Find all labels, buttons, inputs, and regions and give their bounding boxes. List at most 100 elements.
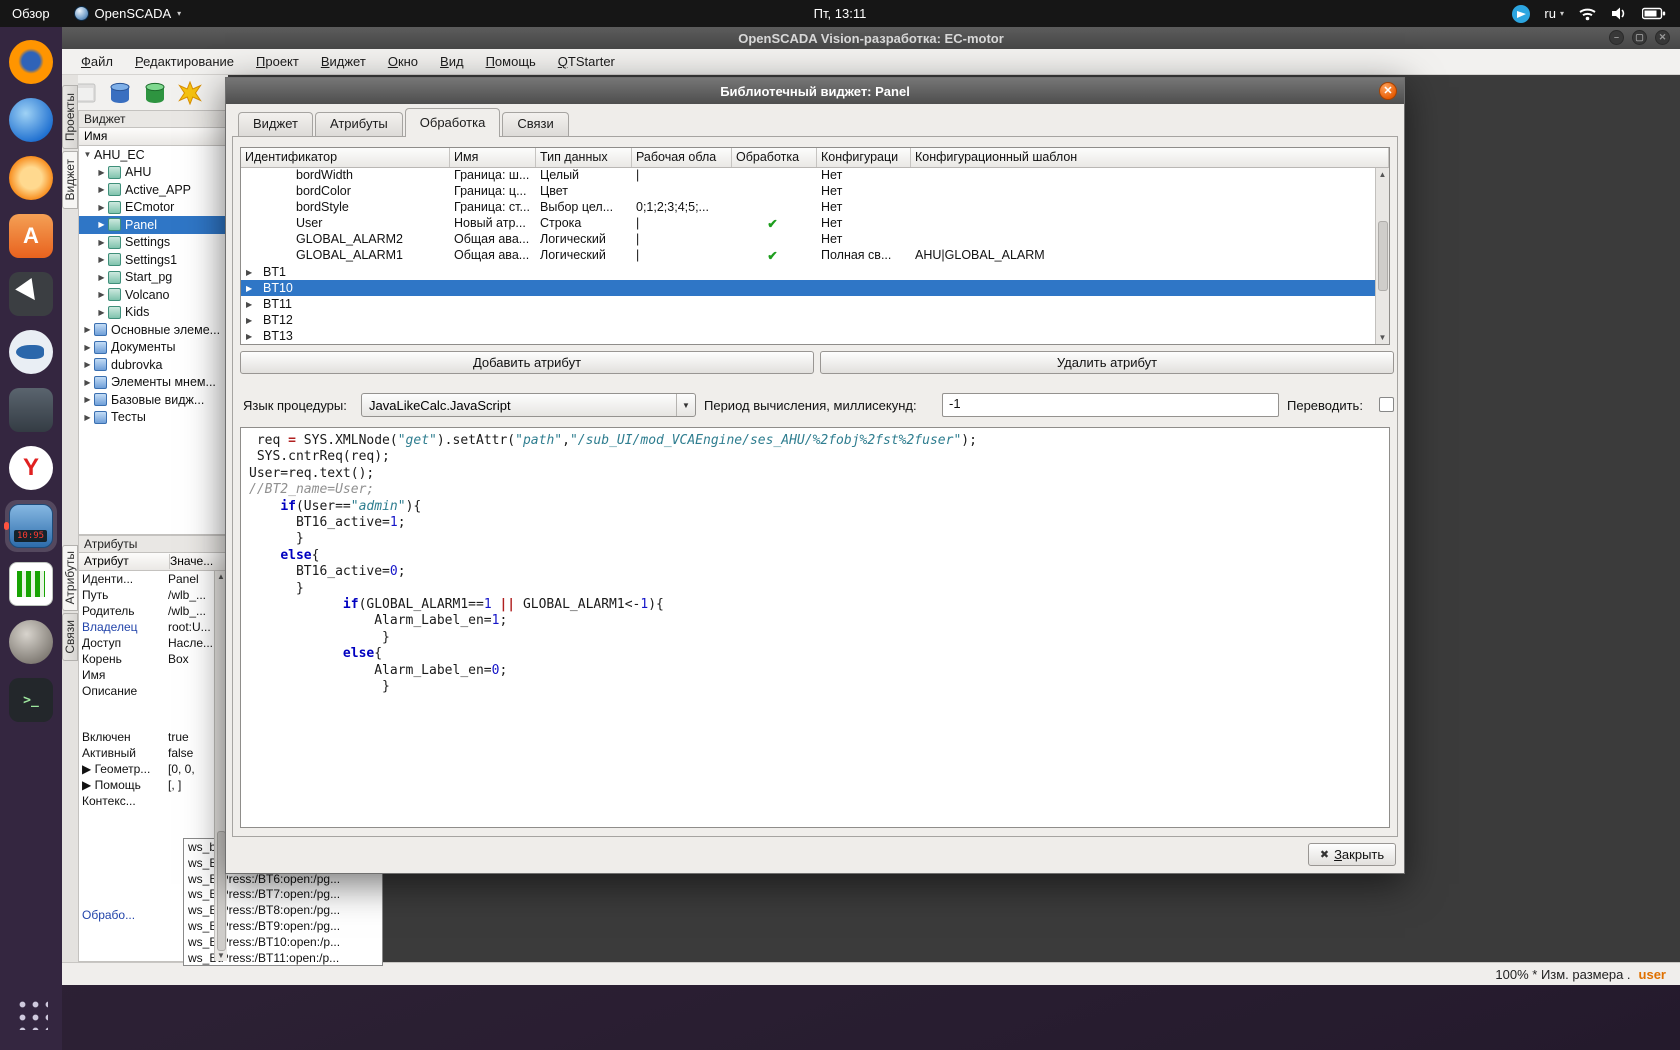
tree-item-Основные элеме...[interactable]: ▶Основные элеме... [79,321,227,339]
clock[interactable]: Пт, 13:11 [802,0,879,27]
vision-run-button[interactable] [177,80,203,106]
tree-item-ECmotor[interactable]: ▶ECmotor [79,199,227,217]
scroll-down-icon[interactable]: ▼ [1379,333,1387,342]
attr-table-row-GLOBAL_ALARM1[interactable]: GLOBAL_ALARM1Общая ава...Логический|✔Пол… [241,248,1389,264]
attr-table-row-User[interactable]: UserНовый атр...Строка|✔Нет [241,216,1389,232]
expand-arrow-icon[interactable]: ▶ [95,220,108,229]
attr-table-row-GLOBAL_ALARM2[interactable]: GLOBAL_ALARM2Общая ава...Логический|Нет [241,232,1389,248]
attr-row-Владелец[interactable]: Владелецroot:U... [79,619,227,635]
attr-row-Имя[interactable]: Имя [79,667,227,683]
procedure-language-select[interactable]: JavaLikeCalc.JavaScript ▼ [361,393,696,417]
scroll-thumb[interactable] [1378,221,1388,291]
expand-arrow-icon[interactable]: ▶ [95,255,108,264]
expand-arrow-icon[interactable]: ▶ [81,413,94,422]
translate-checkbox[interactable] [1379,397,1394,412]
dock-icon-bluefish[interactable] [5,326,57,378]
expand-arrow-icon[interactable]: ▶ [246,268,258,277]
tree-item-dubrovka[interactable]: ▶dubrovka [79,356,227,374]
scroll-up-icon[interactable]: ▲ [217,572,225,581]
scroll-up-icon[interactable]: ▲ [1379,170,1387,179]
tree-item-AHU_EC[interactable]: ▼AHU_EC [79,146,227,164]
column-header-Конфигураци[interactable]: Конфигураци [817,148,911,167]
tree-item-Settings[interactable]: ▶Settings [79,234,227,252]
language-indicator[interactable]: ru ▾ [1544,6,1564,21]
expand-arrow-icon[interactable]: ▶ [246,284,258,293]
tree-item-Active_APP[interactable]: ▶Active_APP [79,181,227,199]
dialog-tab-Атрибуты[interactable]: Атрибуты [315,112,403,137]
attr-row-Родитель[interactable]: Родитель/wlb_... [79,603,227,619]
expand-arrow-icon[interactable]: ▶ [81,395,94,404]
attr-group-row-BT13[interactable]: ▶BT13 [241,328,1389,344]
tree-item-Settings1[interactable]: ▶Settings1 [79,251,227,269]
attr-table-row-bordStyle[interactable]: bordStyleГраница: ст...Выбор цел...0;1;2… [241,200,1389,216]
dialog-close-button[interactable]: ✕ [1379,82,1397,100]
expand-arrow-icon[interactable]: ▶ [95,185,108,194]
tab-attributes[interactable]: Атрибуты [62,545,78,611]
tab-projects[interactable]: Проекты [62,85,78,149]
attr-table-row-bordWidth[interactable]: bordWidthГраница: ш...Целый|Нет [241,168,1389,184]
dock-icon-screenshot-tool[interactable] [5,268,57,320]
column-header-Обработка[interactable]: Обработка [732,148,817,167]
attr-row-Путь[interactable]: Путь/wlb_... [79,587,227,603]
attr-row-Включен[interactable]: Включенtrue [79,729,227,745]
tree-item-Volcano[interactable]: ▶Volcano [79,286,227,304]
dock-icon-show-applications[interactable] [5,987,57,1039]
tree-item-AHU[interactable]: ▶AHU [79,164,227,182]
menu-Окно[interactable]: Окно [377,50,429,73]
activities-button[interactable]: Обзор [0,0,62,27]
expand-arrow-icon[interactable]: ▶ [246,316,258,325]
attr-row-Помощь[interactable]: ▶ Помощь[, ] [79,777,227,793]
menu-QTStarter[interactable]: QTStarter [547,50,626,73]
dialog-tab-Обработка[interactable]: Обработка [405,108,501,137]
procedure-code-editor[interactable]: req = SYS.XMLNode("get").setAttr("path",… [240,427,1390,828]
expand-arrow-icon[interactable]: ▶ [95,308,108,317]
attributes-table-header[interactable]: ИдентификаторИмяТип данныхРабочая облаОб… [241,148,1389,168]
tree-item-Элементы мнем...[interactable]: ▶Элементы мнем... [79,374,227,392]
dialog-close-action-button[interactable]: ✖ Закрыть [1308,843,1396,866]
dialog-tab-Виджет[interactable]: Виджет [238,112,313,137]
column-header-Рабочая обла[interactable]: Рабочая обла [632,148,732,167]
expand-arrow-icon[interactable]: ▶ [81,360,94,369]
tree-item-Start_pg[interactable]: ▶Start_pg [79,269,227,287]
attr-row-Описание[interactable]: Описание [79,683,227,729]
volume-icon[interactable] [1611,6,1628,21]
db-save-button[interactable] [142,80,168,106]
menu-Вид[interactable]: Вид [429,50,475,73]
tab-links[interactable]: Связи [62,613,78,661]
wifi-icon[interactable] [1578,6,1597,21]
dock-icon-thunderbird[interactable] [5,94,57,146]
expand-arrow-icon[interactable]: ▶ [246,332,258,341]
menu-Проект[interactable]: Проект [245,50,310,73]
dock-icon-libreoffice-calc[interactable] [5,558,57,610]
calc-period-input[interactable]: -1 [942,393,1279,417]
dock-icon-files[interactable] [5,384,57,436]
tree-item-Документы[interactable]: ▶Документы [79,339,227,357]
attr-table-row-bordColor[interactable]: bordColorГраница: ц...ЦветНет [241,184,1389,200]
battery-icon[interactable] [1642,7,1666,20]
attr-row-Корень[interactable]: КореньBox [79,651,227,667]
delete-attribute-button[interactable]: Удалить атрибут [820,351,1394,374]
attr-table-header[interactable]: Атрибут Значе... [78,553,228,571]
expand-arrow-icon[interactable]: ▶ [95,290,108,299]
expand-arrow-icon[interactable]: ▶ [81,343,94,352]
attr-group-row-BT10[interactable]: ▶BT10 [241,280,1389,296]
tree-item-Kids[interactable]: ▶Kids [79,304,227,322]
add-attribute-button[interactable]: Добавить атрибут [240,351,814,374]
attr-row-Активный[interactable]: Активныйfalse [79,745,227,761]
dock-icon-gimp[interactable] [5,616,57,668]
tree-item-Panel[interactable]: ▶Panel [79,216,227,234]
dock-icon-software[interactable]: A [5,210,57,262]
dock-icon-photos[interactable] [5,152,57,204]
column-header-Тип данных[interactable]: Тип данных [536,148,632,167]
tab-widget[interactable]: Виджет [62,151,78,209]
attr-group-row-BT11[interactable]: ▶BT11 [241,296,1389,312]
expand-arrow-icon[interactable]: ▼ [81,150,94,159]
column-header-Имя[interactable]: Имя [450,148,536,167]
maximize-button[interactable]: ▢ [1632,30,1647,45]
menu-Виджет[interactable]: Виджет [310,50,377,73]
table-scrollbar[interactable]: ▲ ▼ [1375,168,1389,344]
tree-item-Базовые видж...[interactable]: ▶Базовые видж... [79,391,227,409]
attr-row-Иденти...[interactable]: Иденти...Panel [79,571,227,587]
expand-arrow-icon[interactable]: ▶ [95,203,108,212]
tree-item-Тесты[interactable]: ▶Тесты [79,409,227,427]
